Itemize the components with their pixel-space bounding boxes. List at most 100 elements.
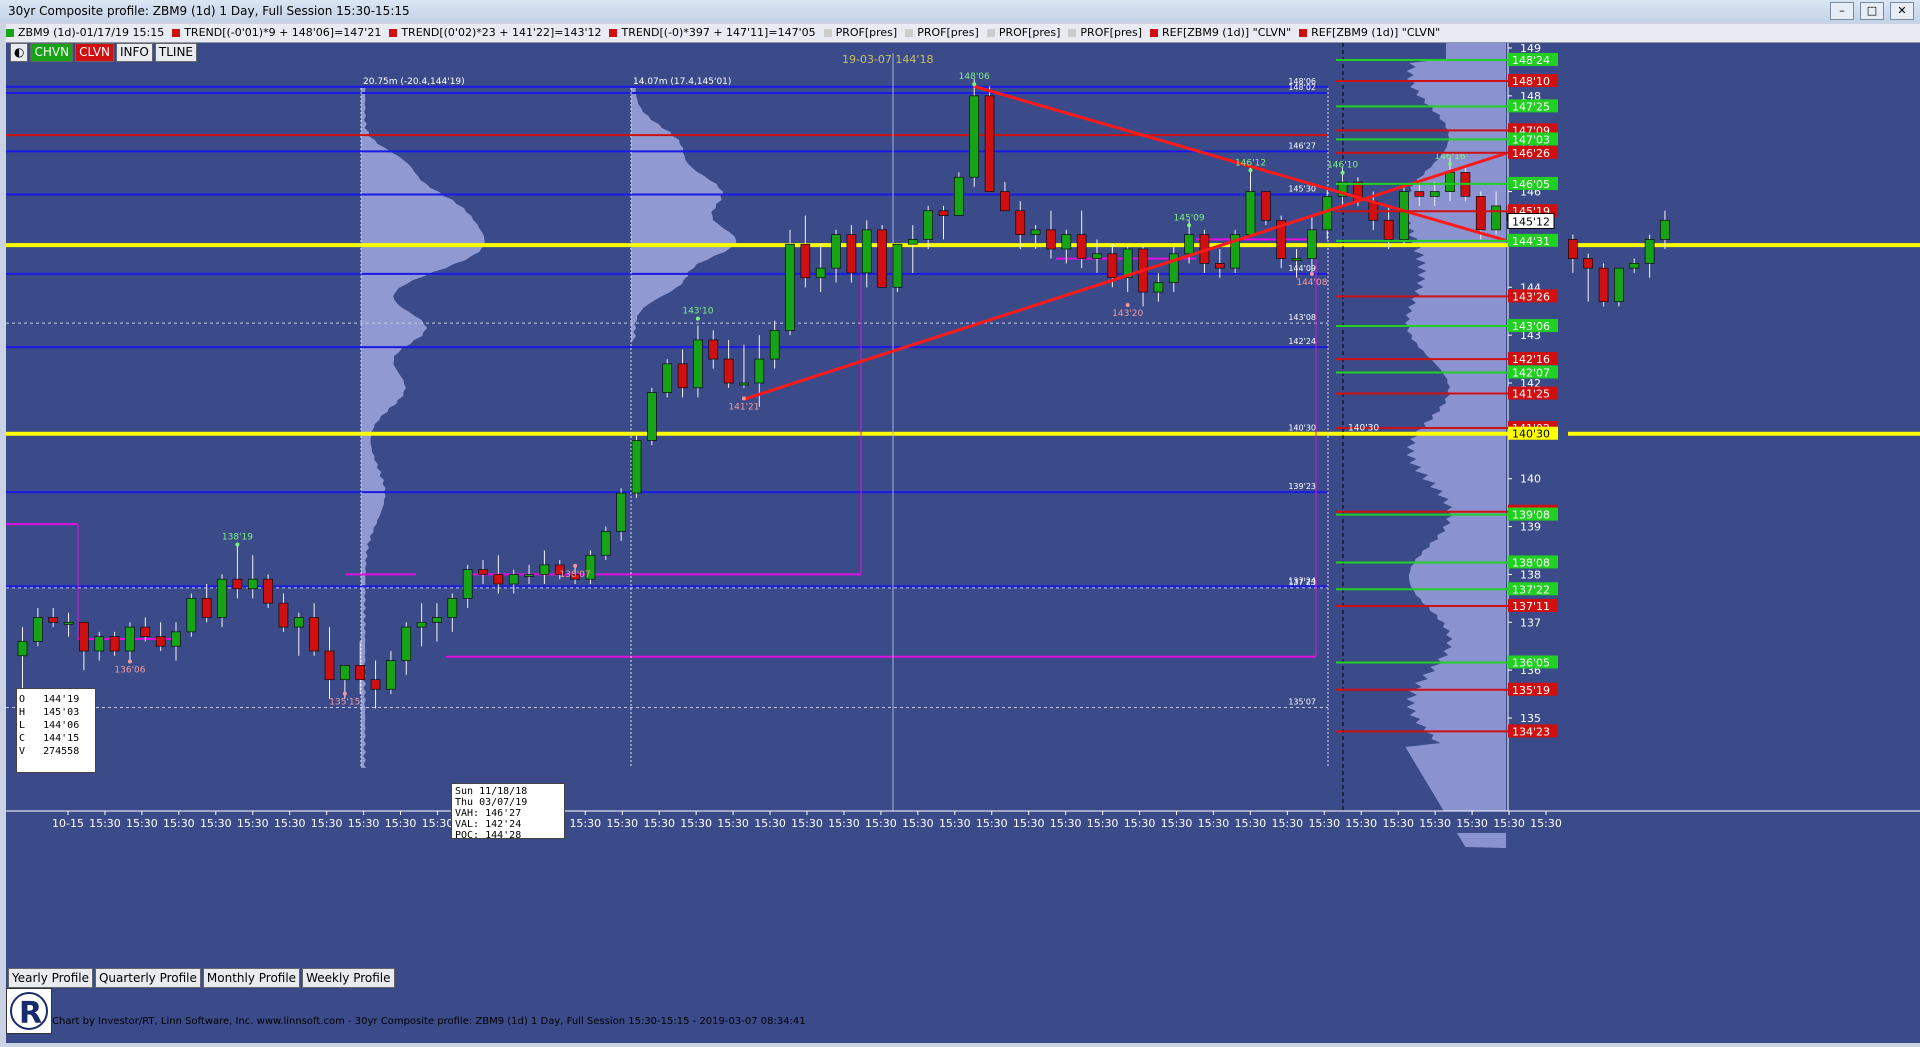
- indicator-color-icon: [986, 29, 995, 37]
- candle-down: [1076, 234, 1087, 259]
- price-level-label: 148'02: [1288, 83, 1316, 92]
- level-badge-label: 141'25: [1512, 388, 1550, 401]
- candle-up: [769, 330, 780, 360]
- candle-up: [340, 665, 350, 681]
- price-annotation: 146'10: [1327, 161, 1358, 171]
- indicator-bar: ZBM9 (1d)-01/17/19 15:15 TREND[(-0'01)*9 …: [6, 24, 1920, 43]
- time-tick-label: 15:30: [89, 817, 121, 830]
- price-tick-label: 135: [1520, 712, 1541, 725]
- profile-tabs: Yearly Profile Quarterly Profile Monthly…: [8, 968, 395, 988]
- candle-up: [1307, 229, 1317, 259]
- indicator-item[interactable]: PROF[pres]: [905, 26, 983, 39]
- candle-up: [693, 339, 703, 389]
- tab-yearly-profile[interactable]: Yearly Profile: [8, 968, 93, 988]
- tab-monthly-profile[interactable]: Monthly Profile: [202, 968, 301, 988]
- candle-up: [754, 358, 765, 384]
- candle-up: [923, 210, 934, 240]
- volume-profile-shape: [631, 88, 737, 343]
- indicator-item[interactable]: ZBM9 (1d)-01/17/19 15:15: [6, 26, 168, 39]
- candle-up: [953, 176, 964, 216]
- candle-down: [278, 602, 289, 628]
- candle-up: [171, 631, 181, 647]
- price-level-label: 139'23: [1288, 482, 1316, 491]
- candle-down: [877, 229, 887, 288]
- annotation-dot: [695, 316, 700, 321]
- candle-down: [478, 569, 488, 575]
- maximize-button[interactable]: □: [1860, 2, 1884, 20]
- level-badge-label: 146'26: [1512, 147, 1550, 160]
- ohlc-close: C 144'15: [19, 733, 80, 744]
- candle-up: [1491, 205, 1501, 231]
- indicator-item[interactable]: REF[ZBM9 (1d)] "CLVN": [1150, 26, 1295, 39]
- candle-up: [739, 382, 749, 386]
- indicator-label: TREND[(0'02)*23 + 141'22]=143'12: [401, 26, 602, 39]
- time-tick-label: 15:30: [200, 817, 232, 830]
- candle-down: [232, 578, 243, 590]
- time-tick-label: 10-15: [52, 817, 84, 830]
- time-tick-label: 15:30: [1161, 817, 1193, 830]
- window-title-bar: 30yr Composite profile: ZBM9 (1d) 1 Day,…: [0, 0, 1920, 22]
- candle-up: [861, 229, 872, 274]
- time-tick-label: 15:30: [1235, 817, 1267, 830]
- indicator-item[interactable]: PROF[pres]: [823, 26, 902, 39]
- time-tick-label: 15:30: [237, 817, 269, 830]
- tab-weekly-profile[interactable]: Weekly Profile: [302, 968, 395, 988]
- indicator-item[interactable]: TREND[(-0)*397 + 147'11]=147'05: [609, 26, 819, 39]
- time-tick-label: 15:30: [126, 817, 158, 830]
- candle-up: [94, 636, 105, 652]
- indicator-color-icon: [1299, 29, 1308, 37]
- close-button[interactable]: ✕: [1890, 2, 1914, 20]
- tab-quarterly-profile[interactable]: Quarterly Profile: [94, 968, 201, 988]
- profile-label: 14.07m (17.4,145'01): [633, 77, 731, 87]
- indicator-label: REF[ZBM9 (1d)] "CLVN": [1162, 26, 1292, 39]
- minimize-button[interactable]: –: [1830, 2, 1854, 20]
- time-tick-label: 15:30: [1345, 817, 1377, 830]
- level-badge-label: 143'26: [1512, 290, 1550, 303]
- chvn-button[interactable]: CHVN: [30, 43, 74, 62]
- candle-up: [1184, 234, 1194, 255]
- time-tick-label: 15:30: [1382, 817, 1414, 830]
- indicator-item[interactable]: TREND[(0'02)*23 + 141'22]=143'12: [389, 26, 605, 39]
- candle-down: [677, 363, 688, 389]
- indicator-item[interactable]: TREND[(-0'01)*9 + 148'06]=147'21: [172, 26, 385, 39]
- logo-icon: R: [10, 992, 48, 1031]
- window-title: 30yr Composite profile: ZBM9 (1d) 1 Day,…: [8, 4, 410, 18]
- price-annotation: 145'09: [1174, 213, 1205, 223]
- price-annotation: 136'06: [114, 666, 145, 676]
- tline-button[interactable]: TLINE: [154, 43, 198, 62]
- level-badge-label: 139'08: [1512, 509, 1550, 522]
- candle-up: [1092, 253, 1102, 259]
- candle-up: [125, 626, 135, 652]
- annotation-dot: [972, 82, 977, 87]
- info-button[interactable]: INFO: [116, 43, 153, 62]
- indicator-item[interactable]: PROF[pres]: [1068, 26, 1146, 39]
- candle-down: [201, 598, 212, 618]
- indicator-item[interactable]: PROF[pres]: [986, 26, 1065, 39]
- annotation-dot: [235, 542, 240, 547]
- indicator-color-icon: [6, 29, 14, 37]
- price-level-label: 145'30: [1288, 184, 1316, 193]
- candle-up: [17, 641, 28, 657]
- annotation-dot: [1248, 168, 1253, 173]
- candle-up: [785, 243, 795, 331]
- crosshair-icon[interactable]: ◐: [10, 43, 29, 62]
- annotation-dot: [1340, 170, 1345, 175]
- chart-toolbar: ◐ CHVN CLVN INFO TLINE: [10, 43, 198, 62]
- candle-up: [815, 267, 826, 279]
- indicator-label: PROF[pres]: [917, 26, 979, 39]
- candle-up: [1614, 267, 1624, 302]
- level-label: 140'30: [1348, 424, 1379, 434]
- time-tick-label: 15:30: [1308, 817, 1340, 830]
- chart-canvas[interactable]: 148'06 148'02 146'27 145'30 144'09 143'08 142'…: [6, 42, 1920, 1043]
- candle-down: [370, 679, 381, 690]
- annotation-dot: [127, 659, 132, 664]
- ohlc-open-value: 144'19: [43, 694, 80, 705]
- candle-up: [907, 239, 918, 245]
- indicator-label: PROF[pres]: [835, 26, 898, 39]
- indicator-item[interactable]: REF[ZBM9 (1d)] "CLVN": [1299, 26, 1444, 39]
- price-chart[interactable]: 148'06148'02146'27145'30144'09143'08142'…: [6, 42, 1920, 1043]
- clvn-button[interactable]: CLVN: [75, 43, 115, 62]
- candle-down: [309, 617, 319, 652]
- chart-area[interactable]: 148'06 148'02 146'27 145'30 144'09 143'08 142'…: [6, 42, 1920, 1043]
- candle-up: [1061, 234, 1072, 250]
